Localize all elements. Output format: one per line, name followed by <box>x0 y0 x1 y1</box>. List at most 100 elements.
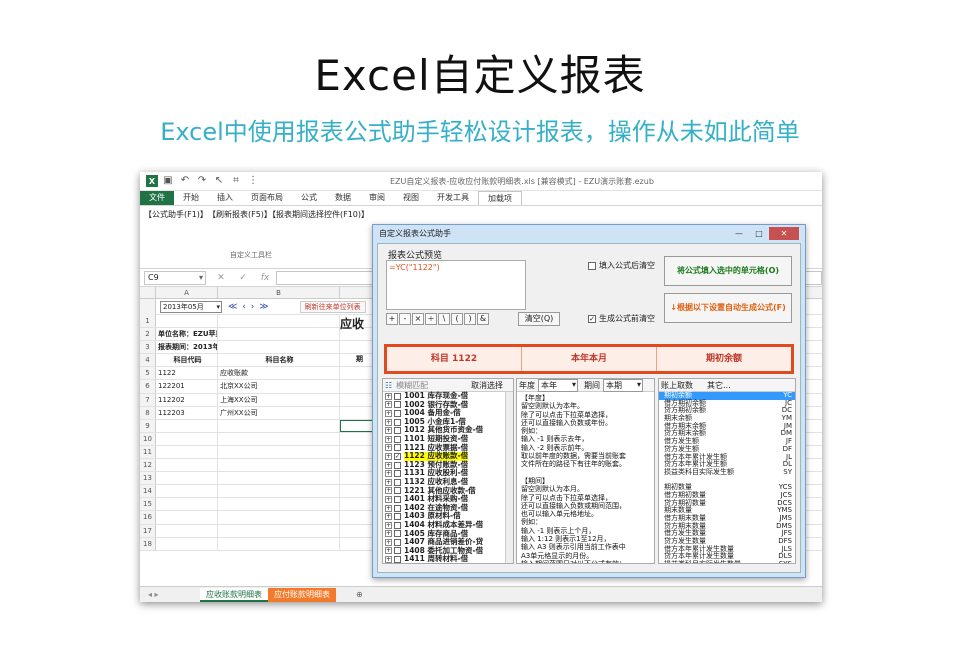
checkbox-icon[interactable] <box>394 401 401 409</box>
operator-button[interactable]: × <box>412 313 424 325</box>
row-number[interactable]: 16 <box>140 511 156 524</box>
ribbon-tab[interactable]: 公式 <box>292 191 326 205</box>
tab-account-data[interactable]: 账上取数 <box>661 380 693 391</box>
minimize-icon[interactable]: — <box>729 227 749 240</box>
expand-icon[interactable]: + <box>385 435 392 443</box>
checkbox-icon[interactable] <box>394 435 401 443</box>
function-list[interactable]: 期初余额 YC 借方期初余额 JC 贷方期初余额 DC 期末余额 YM 借方期末余额 JM 贷方期末… <box>659 391 795 563</box>
checkbox-icon[interactable] <box>394 392 401 400</box>
row-number[interactable]: 15 <box>140 498 156 511</box>
tab-other[interactable]: 其它... <box>707 380 731 391</box>
cell-a[interactable]: 112202 <box>156 393 218 406</box>
ribbon-tab[interactable]: 加载项 <box>478 191 522 205</box>
cell-b[interactable] <box>218 537 340 550</box>
period-select-dialog[interactable]: 本期 ▾ <box>603 379 643 392</box>
cell-a[interactable] <box>156 432 218 445</box>
formula-preview-input[interactable]: =YC("1122") <box>386 260 526 310</box>
cell-b[interactable] <box>218 328 340 341</box>
cell-a[interactable] <box>156 524 218 537</box>
row-number[interactable]: 6 <box>140 380 156 393</box>
name-box[interactable]: C9 ▾ <box>144 270 206 285</box>
cell-b[interactable] <box>218 445 340 459</box>
operator-button[interactable]: - <box>399 313 411 325</box>
row-number[interactable]: 18 <box>140 537 156 550</box>
row-number[interactable]: 13 <box>140 472 156 485</box>
ribbon-tab[interactable]: 页面布局 <box>242 191 292 205</box>
cell-a[interactable]: 单位名称：EZU苹果专卖店 <box>156 328 218 341</box>
expand-icon[interactable]: + <box>385 556 392 563</box>
clear-button[interactable]: 清空(Q) <box>518 312 560 326</box>
checkbox-icon[interactable] <box>394 478 401 486</box>
row-number[interactable]: 2 <box>140 328 156 341</box>
row-number[interactable]: 5 <box>140 367 156 380</box>
expand-icon[interactable]: + <box>385 392 392 400</box>
operator-button[interactable]: ) <box>464 313 476 325</box>
expand-icon[interactable]: + <box>385 452 392 460</box>
undo-icon[interactable]: ↶ <box>179 175 191 187</box>
checkbox-icon[interactable] <box>394 530 401 538</box>
redo-icon[interactable]: ↷ <box>196 175 208 187</box>
cell-a[interactable] <box>156 472 218 485</box>
period-control-button[interactable]: 【报表期间选择控件(F10)】 <box>268 209 369 220</box>
maximize-icon[interactable]: □ <box>749 227 769 240</box>
formula-helper-button[interactable]: 【公式助手(F1)】 <box>144 209 208 220</box>
expand-icon[interactable]: + <box>385 547 392 555</box>
checkbox-icon[interactable] <box>394 409 401 417</box>
ribbon-tab[interactable]: 开发工具 <box>428 191 478 205</box>
cell-a[interactable]: 科目代码 <box>156 354 218 367</box>
row-number[interactable]: 17 <box>140 524 156 537</box>
expand-icon[interactable]: + <box>385 478 392 486</box>
row-number[interactable]: 10 <box>140 432 156 445</box>
expand-icon[interactable]: + <box>385 495 392 503</box>
expand-icon[interactable]: + <box>385 521 392 529</box>
enter-icon[interactable]: ✓ <box>236 273 250 283</box>
cell-b[interactable]: 应收账款 <box>218 367 340 380</box>
ribbon-tab[interactable]: 插入 <box>208 191 242 205</box>
add-sheet-icon[interactable]: ⊕ <box>356 590 363 599</box>
sheet-tab-payable[interactable]: 应付账款明细表 <box>268 587 336 602</box>
cell-a[interactable] <box>156 419 218 432</box>
operator-button[interactable]: & <box>477 313 489 325</box>
checkbox-icon[interactable] <box>394 504 401 512</box>
expand-icon[interactable]: + <box>385 461 392 469</box>
cell-b[interactable] <box>218 498 340 511</box>
expand-icon[interactable]: + <box>385 409 392 417</box>
subject-tree[interactable]: +1001 库存现金-借 +1002 银行存款-借 +1004 备用金-借 +1005… <box>383 391 513 563</box>
expand-icon[interactable]: + <box>385 487 392 495</box>
expand-icon[interactable]: + <box>385 513 392 521</box>
operator-button[interactable]: \ <box>438 313 450 325</box>
period-nav-icon[interactable]: ≪ ‹ › ≫ <box>228 302 270 312</box>
checkbox-icon[interactable] <box>394 513 401 521</box>
ribbon-tab[interactable]: 审阅 <box>360 191 394 205</box>
fuzzy-search-input[interactable]: 模糊匹配 <box>396 380 471 391</box>
cell-b[interactable] <box>218 432 340 445</box>
row-number[interactable]: 4 <box>140 354 156 367</box>
row-number[interactable]: 8 <box>140 406 156 419</box>
expand-icon[interactable]: + <box>385 418 392 426</box>
function-item[interactable]: 损益类科目实际发生额 SY <box>659 468 795 477</box>
expand-icon[interactable]: + <box>385 427 392 435</box>
row-number[interactable]: 12 <box>140 459 156 472</box>
cell-b[interactable] <box>218 524 340 537</box>
refresh-units-button[interactable]: 刷新往来单位列表 <box>299 300 366 313</box>
operator-button[interactable]: + <box>386 313 398 325</box>
cell-a[interactable] <box>156 511 218 524</box>
ribbon-tab[interactable]: 开始 <box>174 191 208 205</box>
cell-b[interactable] <box>218 485 340 498</box>
customize-icon[interactable]: ⋮ <box>247 175 259 187</box>
ribbon-tab[interactable]: 视图 <box>394 191 428 205</box>
cell-b[interactable]: 广州XX公司 <box>218 406 340 419</box>
checkbox-icon[interactable] <box>394 418 401 426</box>
cell-a[interactable]: 报表期间：2013年05月 <box>156 341 218 354</box>
refresh-report-button[interactable]: 【刷新报表(F5)】 <box>208 209 272 220</box>
row-number[interactable]: 14 <box>140 485 156 498</box>
cell-a[interactable]: 1122 <box>156 367 218 380</box>
cell-b[interactable] <box>218 511 340 524</box>
cell-b[interactable] <box>218 315 340 328</box>
function-icon[interactable]: fx <box>258 273 272 283</box>
operator-button[interactable]: ( <box>451 313 463 325</box>
cell-a[interactable] <box>156 537 218 550</box>
operator-button[interactable]: ÷ <box>425 313 437 325</box>
expand-icon[interactable]: + <box>385 504 392 512</box>
checkbox-icon[interactable] <box>394 495 401 503</box>
